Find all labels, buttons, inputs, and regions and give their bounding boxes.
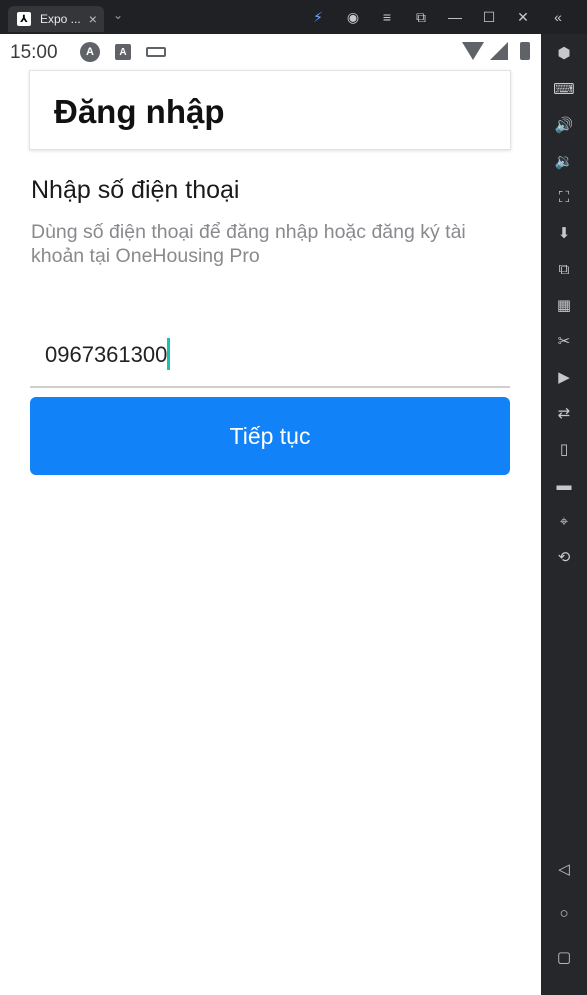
settings-icon[interactable]: ⬢	[549, 42, 579, 64]
keyboard-map-icon[interactable]: ⌨	[549, 78, 579, 100]
section-subtitle: Dùng số điện thoại để đăng nhập hoặc đăn…	[31, 221, 466, 267]
text-caret	[167, 338, 171, 370]
screenshot-icon[interactable]: ⛶	[549, 186, 579, 208]
continue-button-label: Tiếp tục	[229, 422, 311, 449]
pip-icon[interactable]: ⧉	[411, 7, 431, 27]
section-title: Nhập số điện thoại	[31, 176, 240, 204]
phone-number-input[interactable]: 0967361300	[30, 334, 510, 388]
tab-title: Expo ...	[40, 12, 81, 26]
location-icon[interactable]: ⌖	[549, 510, 579, 532]
page-title: Đăng nhập	[54, 93, 225, 130]
tab-close-icon[interactable]: ×	[89, 12, 97, 26]
install-icon[interactable]: ⬇	[549, 222, 579, 244]
tab-dropdown-icon[interactable]: ⌄	[113, 8, 123, 22]
maximize-icon[interactable]: ☐	[479, 7, 499, 27]
keyboard-icon	[146, 47, 166, 57]
emulator-sidebar: ⬢ ⌨ 🔊 🔉 ⛶ ⬇ ⧉ ▦ ✂ ▶ ⇄ ▯ ▬ ⌖ ⟲ ◁ ○ ▢	[541, 34, 587, 995]
account-icon[interactable]: ◉	[343, 7, 363, 27]
volume-down-icon[interactable]: 🔉	[549, 150, 579, 172]
record-icon[interactable]: ▶	[549, 366, 579, 388]
minimize-icon[interactable]: —	[445, 7, 465, 27]
shake-icon[interactable]: ▯	[549, 438, 579, 460]
phone-screen: 15:00 A A Đăng nhập Nhập số điện thoại D…	[0, 34, 541, 995]
collapse-icon[interactable]: «	[548, 7, 568, 27]
header: Đăng nhập	[29, 70, 511, 150]
back-icon[interactable]: ◁	[549, 858, 579, 880]
multi-window-icon[interactable]: ⧉	[549, 258, 579, 280]
cut-icon[interactable]: ✂	[549, 330, 579, 352]
accessibility-icon: A	[115, 44, 131, 60]
browser-tab[interactable]: ⅄ Expo ... ×	[8, 6, 104, 32]
status-bar: 15:00 A A	[0, 34, 541, 70]
apk-icon[interactable]: ▦	[549, 294, 579, 316]
home-icon[interactable]: ○	[549, 902, 579, 924]
folder-icon[interactable]: ▬	[549, 474, 579, 496]
wifi-icon	[462, 42, 484, 60]
status-time: 15:00	[10, 42, 58, 63]
signal-icon	[490, 42, 508, 60]
expo-app-icon: ⅄	[17, 12, 31, 26]
battery-icon	[520, 42, 530, 60]
phone-number-value: 0967361300	[45, 341, 168, 367]
expo-notification-icon: A	[80, 42, 100, 62]
menu-icon[interactable]: ≡	[377, 7, 397, 27]
rotate-icon[interactable]: ⟲	[549, 546, 579, 568]
bolt-icon[interactable]: ⚡	[308, 7, 328, 27]
sync-icon[interactable]: ⇄	[549, 402, 579, 424]
recents-icon[interactable]: ▢	[549, 946, 579, 968]
volume-up-icon[interactable]: 🔊	[549, 114, 579, 136]
continue-button[interactable]: Tiếp tục	[30, 397, 510, 475]
window-title-bar: ⅄ Expo ... × ⌄ ⚡ ◉ ≡ ⧉ — ☐ ✕ «	[0, 0, 587, 34]
close-icon[interactable]: ✕	[513, 7, 533, 27]
